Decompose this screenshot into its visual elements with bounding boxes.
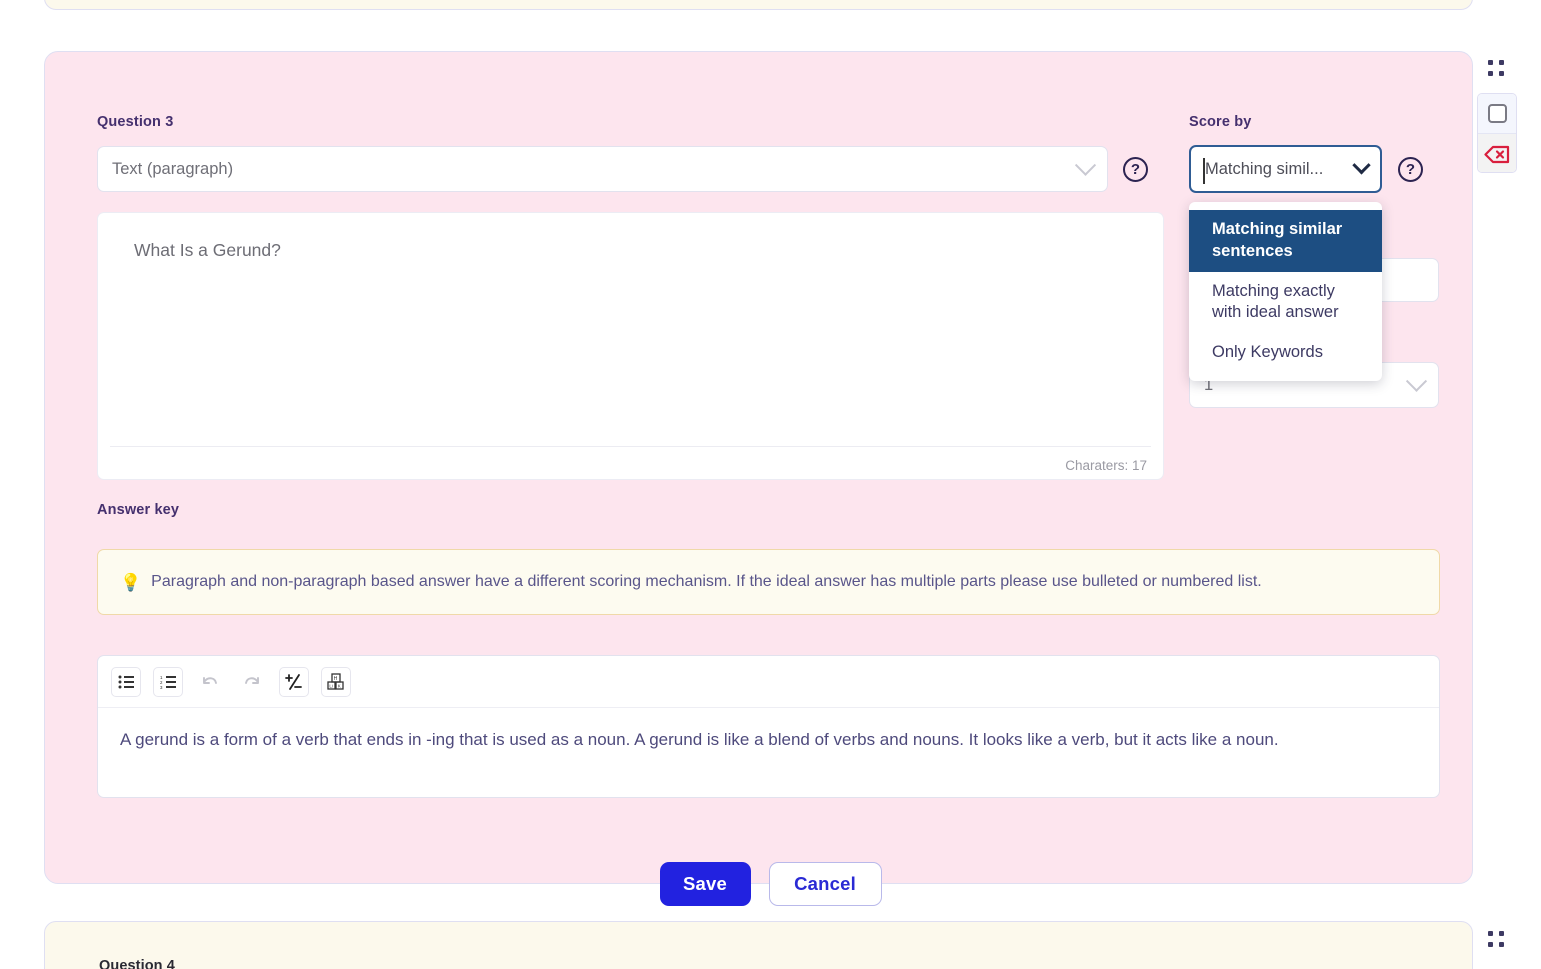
drag-handle-icon[interactable]: [1486, 58, 1508, 80]
previous-question-card[interactable]: [44, 0, 1473, 10]
bullet-list-icon[interactable]: [111, 666, 141, 697]
score-by-help-icon[interactable]: ?: [1398, 157, 1423, 182]
next-question-drag-handle-icon[interactable]: [1486, 929, 1508, 951]
question-number-label: Question 3: [97, 114, 174, 130]
answer-key-editor[interactable]: 1 2 3 H Li K A gerund is a form of a ver…: [97, 655, 1440, 798]
chevron-down-icon: [1074, 154, 1097, 176]
character-counter: Charaters: 17: [1065, 458, 1147, 473]
cancel-button[interactable]: Cancel: [768, 862, 882, 906]
next-question-card[interactable]: Question 4: [44, 921, 1473, 969]
chevron-down-icon: [1405, 370, 1428, 392]
svg-text:3: 3: [160, 685, 163, 689]
answer-key-content[interactable]: A gerund is a form of a verb that ends i…: [98, 708, 1439, 772]
answer-key-hint: 💡 Paragraph and non-paragraph based answ…: [97, 549, 1440, 615]
delete-question-button[interactable]: [1478, 134, 1516, 172]
redo-icon[interactable]: [237, 666, 267, 697]
dropdown-option-matching-exactly-with-ideal-answer[interactable]: Matching exactly with ideal answer: [1189, 272, 1382, 334]
question-text-value: What Is a Gerund?: [134, 240, 281, 260]
action-buttons: Save Cancel: [0, 862, 1541, 906]
page-root: Question 3 Text (paragraph) ? What Is a …: [0, 0, 1541, 969]
lightbulb-icon: 💡: [120, 572, 142, 592]
chemistry-formula-icon[interactable]: H Li K: [321, 666, 351, 697]
question-type-value: Text (paragraph): [112, 159, 234, 178]
answer-key-hint-text: Paragraph and non-paragraph based answer…: [151, 573, 1262, 590]
question-type-select[interactable]: Text (paragraph): [97, 146, 1108, 192]
text-caret: [1203, 158, 1205, 184]
counter-divider: [110, 446, 1151, 447]
question-text-area[interactable]: What Is a Gerund? Charaters: 17: [97, 212, 1164, 480]
undo-icon[interactable]: [195, 666, 225, 697]
svg-text:Li: Li: [329, 683, 332, 688]
square-checkbox-icon: [1487, 104, 1507, 123]
score-by-select[interactable]: Matching simil...: [1189, 145, 1382, 193]
score-by-value: Matching simil...: [1205, 159, 1324, 178]
answer-key-label: Answer key: [97, 502, 180, 518]
math-formula-icon[interactable]: [279, 666, 309, 697]
numbered-list-icon[interactable]: 1 2 3: [153, 666, 183, 697]
chevron-down-icon: [1352, 155, 1371, 174]
next-question-label: Question 4: [99, 958, 175, 969]
score-by-label: Score by: [1189, 114, 1252, 130]
question-type-help-icon[interactable]: ?: [1123, 157, 1148, 182]
save-button[interactable]: Save: [659, 862, 751, 906]
svg-text:H: H: [333, 676, 337, 682]
delete-tag-icon: [1484, 145, 1510, 163]
duplicate-question-button[interactable]: [1478, 94, 1516, 134]
editor-toolbar: 1 2 3 H Li K: [98, 656, 1439, 708]
dropdown-option-matching-similar-sentences[interactable]: Matching similar sentences: [1189, 210, 1382, 272]
score-by-dropdown-menu: Matching similar sentences Matching exac…: [1189, 202, 1382, 381]
svg-text:K: K: [337, 683, 340, 688]
dropdown-option-only-keywords[interactable]: Only Keywords: [1189, 333, 1382, 373]
rail-actions: [1477, 93, 1517, 173]
question-rail: [1477, 58, 1517, 173]
